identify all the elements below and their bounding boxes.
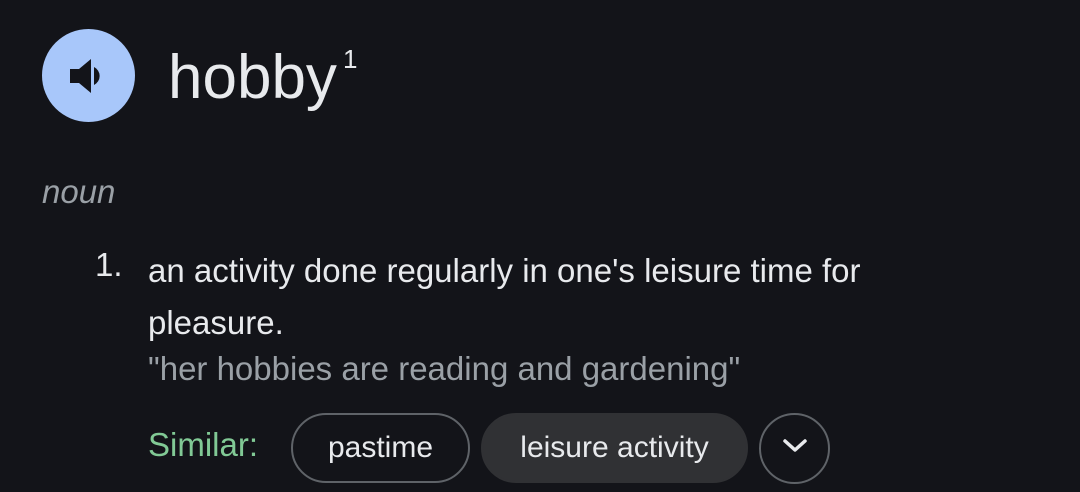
example-sentence: "her hobbies are reading and gardening" — [148, 350, 741, 387]
speaker-icon — [67, 56, 111, 96]
similar-label: Similar: — [148, 426, 259, 463]
chip-label: pastime — [327, 431, 434, 464]
expand-similar-button[interactable] — [759, 413, 830, 484]
similar-chip-leisure-activity[interactable]: leisure activity — [481, 413, 748, 483]
chevron-down-icon — [781, 437, 809, 460]
headword-text: hobby — [168, 43, 337, 112]
homograph-number: 1 — [342, 44, 358, 74]
part-of-speech: noun — [42, 173, 116, 210]
sense-number: 1. — [95, 246, 123, 283]
similar-chip-pastime[interactable]: pastime — [291, 413, 470, 483]
chip-label: leisure activity — [520, 431, 709, 464]
listen-button[interactable] — [42, 29, 135, 122]
definition-text: an activity done regularly in one's leis… — [148, 252, 861, 341]
headword: hobby 1 — [168, 40, 357, 127]
